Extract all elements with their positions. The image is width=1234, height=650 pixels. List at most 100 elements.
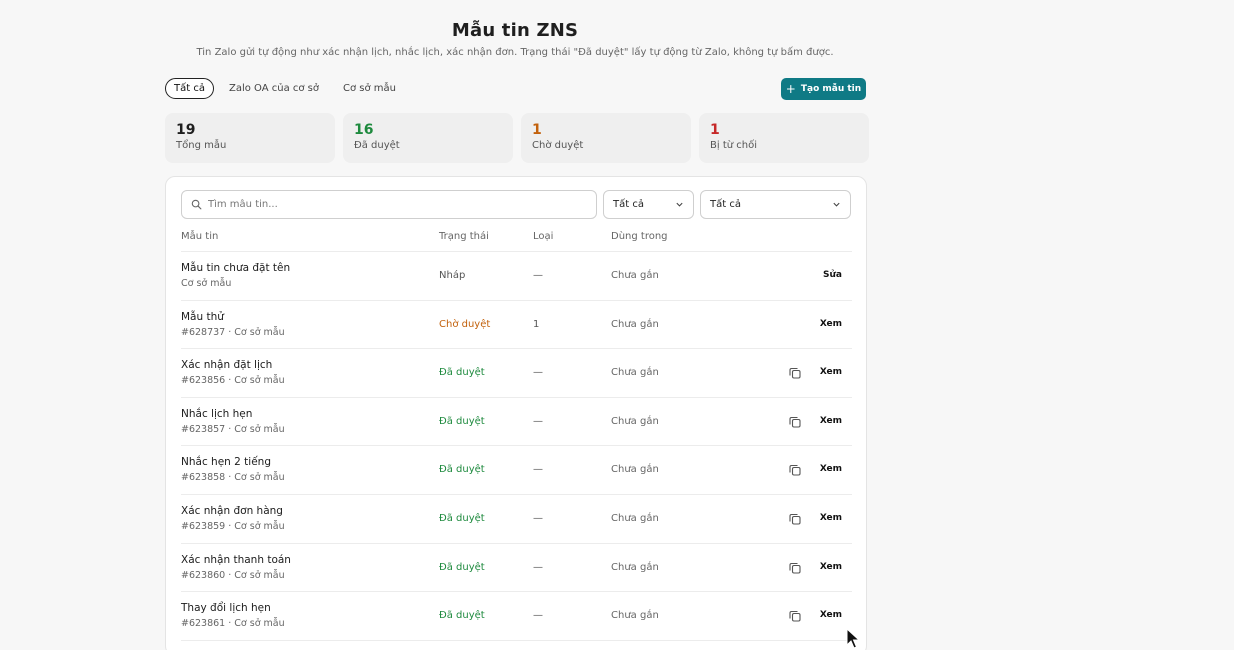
copy-icon[interactable] — [788, 463, 802, 477]
template-name: Thay đổi lịch hẹn — [181, 602, 271, 615]
template-meta: Cơ sở mẫu — [181, 278, 232, 289]
col-template: Mẫu tin — [181, 231, 219, 242]
create-template-label: Tạo mẫu tin — [800, 84, 862, 94]
chevron-down-icon — [676, 202, 683, 207]
filter-tabs: Tất cả Zalo OA của cơ sở Cơ sở mẫu — [165, 78, 405, 99]
templates-card: Tất cả Tất cả Mẫu tin Trạng thái Loại Dù… — [165, 176, 867, 650]
stat-pending-value: 1 — [532, 122, 542, 138]
table-body: Mẫu tin chưa đặt tên Cơ sở mẫu Nháp — Chưa g… — [181, 252, 852, 641]
row-action-button[interactable]: Xem — [820, 562, 842, 572]
used-in-value: Chưa gắn — [611, 318, 659, 330]
row-action-button[interactable]: Xem — [820, 610, 842, 620]
template-type: 1 — [533, 318, 540, 330]
table-row: Mẫu tin chưa đặt tên Cơ sở mẫu Nháp — Chưa g… — [181, 252, 852, 301]
row-action-button[interactable]: Xem — [820, 367, 842, 377]
used-in-value: Chưa gắn — [611, 561, 659, 573]
row-action-button[interactable]: Xem — [820, 416, 842, 426]
status-filter-select[interactable]: Tất cả — [603, 190, 694, 219]
tab-all[interactable]: Tất cả — [165, 78, 214, 99]
used-in-value: Chưa gắn — [611, 512, 659, 524]
table-row: Nhắc lịch hẹn #623857 · Cơ sở mẫu Đã duyệt… — [181, 398, 852, 447]
table-row: Thay đổi lịch hẹn #623861 · Cơ sở mẫu Đã d… — [181, 592, 852, 641]
status-label: Đã duyệt — [439, 512, 485, 524]
template-name: Mẫu tin chưa đặt tên — [181, 262, 291, 274]
stat-pending-label: Chờ duyệt — [532, 140, 584, 151]
plus-icon: + — [785, 82, 796, 96]
page-subtitle: Tin Zalo gửi tự động như xác nhận lịch, … — [196, 47, 834, 58]
status-label: Đã duyệt — [439, 464, 485, 476]
template-type: — — [533, 561, 543, 573]
status-filter-value: Tất cả — [613, 199, 644, 210]
template-meta: #623859 · Cơ sở mẫu — [181, 520, 285, 532]
used-in-value: Chưa gắn — [611, 415, 659, 427]
stat-pending: 1 Chờ duyệt — [521, 113, 691, 163]
source-filter-value: Tất cả — [710, 199, 741, 210]
stat-rejected-label: Bị từ chối — [710, 140, 757, 151]
template-name: Nhắc hẹn 2 tiếng — [181, 456, 271, 469]
row-action-button[interactable]: Xem — [820, 513, 842, 523]
col-used-in: Dùng trong — [611, 231, 668, 242]
mouse-cursor-icon — [846, 628, 860, 649]
used-in-value: Chưa gắn — [611, 464, 659, 476]
template-name: Nhắc lịch hẹn — [181, 407, 253, 420]
stat-total-value: 19 — [176, 122, 196, 138]
template-type: — — [533, 367, 543, 379]
template-meta: #623858 · Cơ sở mẫu — [181, 472, 285, 484]
table-row: Xác nhận đặt lịch #623856 · Cơ sở mẫu Đã d… — [181, 349, 852, 398]
table-row: Xác nhận thanh toán #623860 · Cơ sở mẫu Đã… — [181, 544, 852, 593]
stat-approved: 16 Đã duyệt — [343, 113, 513, 163]
table-header: Mẫu tin Trạng thái Loại Dùng trong — [181, 228, 852, 252]
search-icon — [191, 199, 202, 210]
stat-total-label: Tổng mẫu — [176, 140, 227, 151]
template-type: — — [533, 464, 543, 476]
row-action-button[interactable]: Xem — [820, 319, 842, 329]
status-label: Chờ duyệt — [439, 318, 491, 330]
status-label: Đã duyệt — [439, 610, 485, 622]
template-name: Xác nhận đặt lịch — [181, 359, 273, 372]
stat-rejected: 1 Bị từ chối — [699, 113, 869, 163]
tab-sample-facility[interactable]: Cơ sở mẫu — [334, 78, 405, 99]
status-label: Đã duyệt — [439, 367, 485, 379]
table-row: Xác nhận đơn hàng #623859 · Cơ sở mẫu Đã d… — [181, 495, 852, 544]
copy-icon[interactable] — [788, 415, 802, 429]
search-box[interactable] — [181, 190, 597, 219]
zns-templates-page: Mẫu tin ZNS Tin Zalo gửi tự động như xác… — [0, 0, 1234, 650]
template-name: Mẫu thử — [181, 310, 224, 323]
chevron-down-icon — [833, 202, 840, 207]
template-type: — — [533, 270, 543, 281]
create-template-button[interactable]: + Tạo mẫu tin — [781, 78, 866, 100]
stat-total: 19 Tổng mẫu — [165, 113, 335, 163]
copy-icon[interactable] — [788, 366, 802, 380]
template-name: Xác nhận đơn hàng — [181, 504, 283, 517]
table-row: Nhắc hẹn 2 tiếng #623858 · Cơ sở mẫu Đã du… — [181, 446, 852, 495]
template-type: — — [533, 415, 543, 427]
row-action-button[interactable]: Sửa — [823, 270, 842, 280]
template-meta: #623857 · Cơ sở mẫu — [181, 423, 285, 435]
row-action-button[interactable]: Xem — [820, 464, 842, 474]
table-row: Mẫu thử #628737 · Cơ sở mẫu Chờ duyệt 1 Chưa… — [181, 301, 852, 350]
stats-row: 19 Tổng mẫu 16 Đã duyệt 1 Chờ duyệt 1 Bị… — [165, 113, 869, 163]
tab-zalo-oa[interactable]: Zalo OA của cơ sở — [220, 78, 328, 99]
template-type: — — [533, 512, 543, 524]
col-type: Loại — [533, 231, 554, 242]
stat-approved-label: Đã duyệt — [354, 140, 400, 151]
status-label: Đã duyệt — [439, 561, 485, 573]
stat-rejected-value: 1 — [710, 122, 720, 138]
template-name: Xác nhận thanh toán — [181, 553, 291, 566]
template-meta: #623861 · Cơ sở mẫu — [181, 618, 285, 630]
used-in-value: Chưa gắn — [611, 270, 659, 281]
used-in-value: Chưa gắn — [611, 367, 659, 379]
template-meta: #623856 · Cơ sở mẫu — [181, 375, 285, 387]
template-meta: #623860 · Cơ sở mẫu — [181, 569, 285, 581]
col-status: Trạng thái — [439, 231, 489, 242]
used-in-value: Chưa gắn — [611, 610, 659, 622]
copy-icon[interactable] — [788, 609, 802, 623]
page-title: Mẫu tin ZNS — [451, 20, 579, 41]
search-input[interactable] — [208, 199, 578, 210]
status-label: Nháp — [439, 270, 466, 281]
copy-icon[interactable] — [788, 561, 802, 575]
stat-approved-value: 16 — [354, 122, 374, 138]
copy-icon[interactable] — [788, 512, 802, 526]
source-filter-select[interactable]: Tất cả — [700, 190, 851, 219]
template-meta: #628737 · Cơ sở mẫu — [181, 326, 285, 338]
